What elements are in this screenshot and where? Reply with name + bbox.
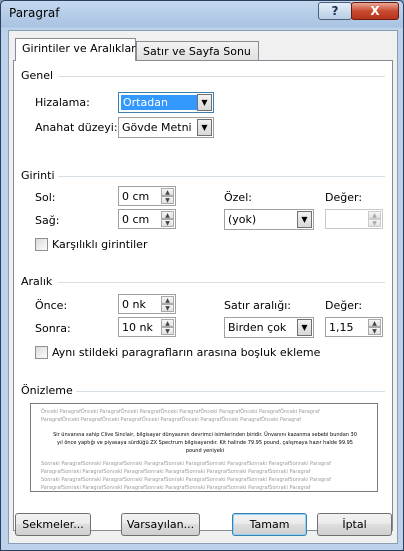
dialog-client-area: Girintiler ve Aralıklar Satır ve Sayfa S… xyxy=(8,30,398,544)
spacing-after-spinner[interactable]: 10 nk ▲ ▼ xyxy=(118,317,176,337)
ok-button-label: Tamam xyxy=(249,518,290,531)
preview-next-line: Sonraki ParagrafSonraki ParagrafSonraki … xyxy=(41,477,331,483)
alignment-label: Hizalama: xyxy=(35,96,90,109)
spacing-section-title: Aralık xyxy=(21,275,53,288)
spin-up-icon[interactable]: ▲ xyxy=(368,319,381,327)
preview-sample-line: Sir ünvanına sahip Clive Sinclair, bilgi… xyxy=(53,432,357,438)
tabs-button-label: Sekmeler... xyxy=(22,518,84,531)
mirror-indents-label[interactable]: Karşılıklı girintiler xyxy=(52,238,147,251)
indent-by-spinner[interactable]: ▲ ▼ xyxy=(325,209,383,229)
window-title: Paragraf xyxy=(9,6,60,20)
preview-section-title: Önizleme xyxy=(21,384,73,397)
mirror-indents-checkbox[interactable] xyxy=(35,238,48,251)
chevron-down-icon[interactable]: ▼ xyxy=(197,119,212,136)
outline-level-label: Anahat düzeyi: xyxy=(35,121,118,134)
special-indent-select[interactable]: (yok) ▼ xyxy=(224,209,314,230)
spacing-after-value: 10 nk xyxy=(122,321,153,334)
indent-section-title: Girinti xyxy=(21,169,55,182)
left-indent-spinner[interactable]: 0 cm ▲ ▼ xyxy=(118,186,176,206)
spin-up-icon[interactable]: ▲ xyxy=(161,296,174,304)
dialog-window: Paragraf ? X Girintiler ve Aralıklar Sat… xyxy=(0,0,404,551)
spin-up-icon[interactable]: ▲ xyxy=(368,211,381,219)
indent-separator xyxy=(58,176,385,177)
ok-button[interactable]: Tamam xyxy=(232,513,307,536)
help-icon: ? xyxy=(331,4,339,18)
cancel-button[interactable]: İptal xyxy=(317,513,392,536)
special-indent-label: Özel: xyxy=(224,191,252,204)
close-button[interactable]: X xyxy=(351,2,399,20)
spacing-before-label: Önce: xyxy=(35,299,68,312)
tab-line-and-page-breaks[interactable]: Satır ve Sayfa Sonu xyxy=(136,41,259,62)
tab-panel: Genel Hizalama: Ortadan ▼ Anahat düzeyi:… xyxy=(13,60,393,531)
line-spacing-at-value: 1,15 xyxy=(329,321,354,334)
chevron-down-icon[interactable]: ▼ xyxy=(197,94,212,111)
preview-box: Önceki ParagrafÖnceki ParagrafÖnceki Par… xyxy=(30,403,378,492)
spacing-separator xyxy=(58,282,385,283)
general-section-title: Genel xyxy=(21,69,54,82)
spacing-after-label: Sonra: xyxy=(35,322,71,335)
close-icon: X xyxy=(370,4,380,18)
line-spacing-value: Birden çok xyxy=(228,321,287,334)
help-button[interactable]: ? xyxy=(318,2,352,20)
outline-level-select[interactable]: Gövde Metni ▼ xyxy=(118,117,214,138)
general-separator xyxy=(58,76,385,77)
line-spacing-select[interactable]: Birden çok ▼ xyxy=(224,317,314,338)
chevron-down-icon[interactable]: ▼ xyxy=(297,211,312,228)
alignment-select[interactable]: Ortadan ▼ xyxy=(118,92,214,113)
line-spacing-at-spinner[interactable]: 1,15 ▲ ▼ xyxy=(325,317,383,337)
left-indent-value: 0 cm xyxy=(122,190,150,203)
spacing-before-value: 0 nk xyxy=(122,298,146,311)
spin-down-icon[interactable]: ▼ xyxy=(161,304,174,312)
right-indent-spinner[interactable]: 0 cm ▲ ▼ xyxy=(118,209,176,229)
chevron-down-icon[interactable]: ▼ xyxy=(297,319,312,336)
preview-previous-line: Önceki ParagrafÖnceki ParagrafÖnceki Par… xyxy=(41,409,320,415)
set-default-button-label: Varsayılan... xyxy=(126,518,195,531)
left-indent-label: Sol: xyxy=(35,191,56,204)
spin-up-icon[interactable]: ▲ xyxy=(161,188,174,196)
right-indent-value: 0 cm xyxy=(122,213,150,226)
set-default-button[interactable]: Varsayılan... xyxy=(121,513,200,536)
dont-add-space-checkbox[interactable] xyxy=(35,346,48,359)
line-spacing-label: Satır aralığı: xyxy=(224,299,291,312)
right-indent-label: Sağ: xyxy=(35,214,60,227)
outline-level-value: Gövde Metni xyxy=(122,121,192,134)
line-spacing-at-label: Değer: xyxy=(325,299,363,312)
tabs-button[interactable]: Sekmeler... xyxy=(15,513,91,536)
alignment-value: Ortadan xyxy=(121,95,201,110)
spin-up-icon[interactable]: ▲ xyxy=(161,211,174,219)
dont-add-space-label[interactable]: Aynı stildeki paragrafların arasına boşl… xyxy=(52,346,320,359)
preview-next-line: ParagrafSonraki ParagrafSonraki Paragraf… xyxy=(41,469,311,475)
cancel-button-label: İptal xyxy=(342,518,367,531)
preview-sample-line: pound yeniyeki xyxy=(185,448,225,454)
spacing-before-spinner[interactable]: 0 nk ▲ ▼ xyxy=(118,294,176,314)
spin-down-icon[interactable]: ▼ xyxy=(368,327,381,335)
indent-by-label: Değer: xyxy=(325,191,363,204)
tab-label: Satır ve Sayfa Sonu xyxy=(143,45,251,58)
spin-down-icon[interactable]: ▼ xyxy=(161,327,174,335)
preview-sample-line: yıl önce yaptığı ve piyasaya sürdüğü ZX … xyxy=(57,440,353,446)
tab-indents-and-spacing[interactable]: Girintiler ve Aralıklar xyxy=(15,38,136,61)
preview-next-line: Sonraki ParagrafSonraki ParagrafSonraki … xyxy=(41,461,331,467)
preview-next-line: ParagrafSonraki ParagrafSonraki Paragraf… xyxy=(41,485,311,491)
spin-down-icon[interactable]: ▼ xyxy=(368,219,381,227)
special-indent-value: (yok) xyxy=(228,213,257,226)
tab-label: Girintiler ve Aralıklar xyxy=(22,42,136,55)
preview-separator xyxy=(76,391,385,392)
spin-down-icon[interactable]: ▼ xyxy=(161,196,174,204)
spin-up-icon[interactable]: ▲ xyxy=(161,319,174,327)
spin-down-icon[interactable]: ▼ xyxy=(161,219,174,227)
title-bar[interactable]: Paragraf ? X xyxy=(1,1,404,26)
preview-previous-line: ParagrafÖnceki ParagrafÖnceki ParagrafÖn… xyxy=(41,417,302,423)
